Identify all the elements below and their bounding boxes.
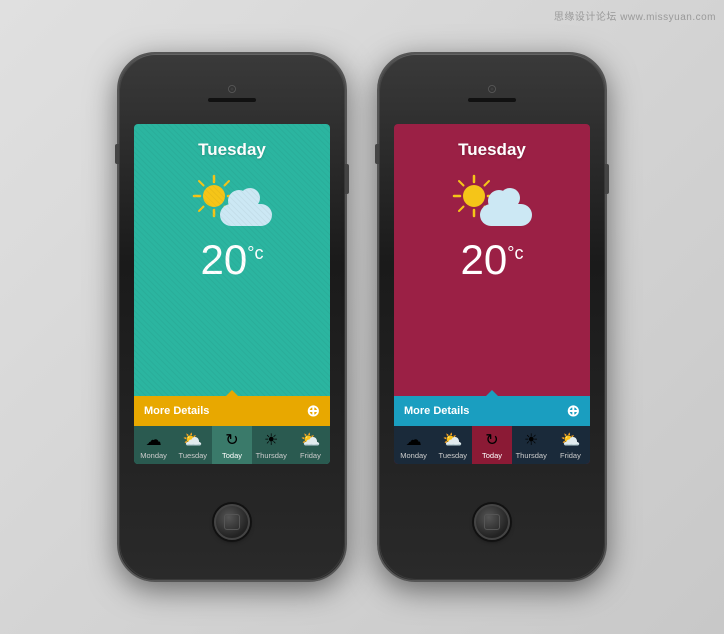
nav-friday-crimson[interactable]: ⛅ Friday: [551, 426, 590, 464]
cloud-icon-crimson: [480, 188, 532, 226]
side-button-right: [345, 164, 349, 194]
weather-main-teal: Tuesday: [134, 124, 330, 396]
nav-label-monday-crimson: Monday: [400, 451, 427, 460]
bottom-nav-crimson: ☁ Monday ⛅ Tuesday ↻ Today ☀ Thursday ⛅: [394, 426, 590, 464]
nav-thursday-teal[interactable]: ☀ Thursday: [252, 426, 291, 464]
nav-monday-teal[interactable]: ☁ Monday: [134, 426, 173, 464]
watermark: 思缘设计论坛 www.missyuan.com: [554, 8, 716, 23]
nav-label-thursday-teal: Thursday: [256, 451, 287, 460]
screen-teal: Tuesday: [134, 124, 330, 464]
weather-icon-teal: [192, 168, 272, 226]
bottom-bezel-crimson: [379, 464, 605, 580]
temp-crimson: 20°c: [461, 236, 524, 284]
home-button-inner-teal: [224, 514, 240, 530]
weather-main-crimson: Tuesday: [394, 124, 590, 396]
nav-tuesday-crimson[interactable]: ⛅ Tuesday: [433, 426, 472, 464]
nav-icon-tuesday-teal: ⛅: [183, 430, 203, 450]
screen-crimson: Tuesday: [394, 124, 590, 464]
nav-thursday-crimson[interactable]: ☀ Thursday: [512, 426, 551, 464]
nav-icon-monday-teal: ☁: [146, 430, 162, 450]
phone-teal: Tuesday: [117, 52, 347, 582]
nav-label-tuesday-crimson: Tuesday: [439, 451, 468, 460]
nav-icon-today-teal: ↻: [225, 430, 238, 450]
speaker-2: [467, 97, 517, 103]
camera: [228, 85, 236, 93]
nav-icon-today-crimson: ↻: [485, 430, 498, 450]
side-button-right-2: [605, 164, 609, 194]
bottom-bezel-teal: [119, 464, 345, 580]
nav-icon-friday-teal: ⛅: [300, 430, 320, 450]
more-details-bar-teal[interactable]: More Details ⊕: [134, 396, 330, 426]
camera-2: [488, 85, 496, 93]
plus-icon-crimson[interactable]: ⊕: [567, 401, 580, 421]
day-label-teal: Tuesday: [198, 140, 266, 160]
nav-today-crimson[interactable]: ↻ Today: [472, 426, 511, 464]
nav-icon-thursday-teal: ☀: [264, 430, 278, 450]
temp-teal: 20°c: [201, 236, 264, 284]
nav-icon-thursday-crimson: ☀: [524, 430, 538, 450]
home-button-inner-crimson: [484, 514, 500, 530]
nav-icon-monday-crimson: ☁: [406, 430, 422, 450]
more-details-label-crimson: More Details: [404, 405, 469, 417]
crimson-background: Tuesday: [394, 124, 590, 464]
nav-tuesday-teal[interactable]: ⛅ Tuesday: [173, 426, 212, 464]
top-bezel: [119, 54, 345, 124]
weather-icon-crimson: [452, 168, 532, 226]
more-details-label-teal: More Details: [144, 405, 209, 417]
nav-label-tuesday-teal: Tuesday: [179, 451, 208, 460]
nav-label-today-teal: Today: [222, 451, 242, 460]
nav-label-monday-teal: Monday: [140, 451, 167, 460]
day-label-crimson: Tuesday: [458, 140, 526, 160]
nav-icon-tuesday-crimson: ⛅: [443, 430, 463, 450]
more-details-bar-crimson[interactable]: More Details ⊕: [394, 396, 590, 426]
top-bezel-2: [379, 54, 605, 124]
home-button-teal[interactable]: [214, 504, 250, 540]
nav-today-teal[interactable]: ↻ Today: [212, 426, 251, 464]
nav-friday-teal[interactable]: ⛅ Friday: [291, 426, 330, 464]
phone-crimson: Tuesday: [377, 52, 607, 582]
plus-icon-teal[interactable]: ⊕: [307, 401, 320, 421]
nav-label-thursday-crimson: Thursday: [516, 451, 547, 460]
nav-label-friday-teal: Friday: [300, 451, 321, 460]
bottom-nav-teal: ☁ Monday ⛅ Tuesday ↻ Today ☀ Thursday ⛅: [134, 426, 330, 464]
nav-icon-friday-crimson: ⛅: [560, 430, 580, 450]
nav-label-today-crimson: Today: [482, 451, 502, 460]
speaker: [207, 97, 257, 103]
cloud-icon-teal: [220, 188, 272, 226]
nav-monday-crimson[interactable]: ☁ Monday: [394, 426, 433, 464]
side-button-left-2: [375, 144, 379, 164]
home-button-crimson[interactable]: [474, 504, 510, 540]
nav-label-friday-crimson: Friday: [560, 451, 581, 460]
side-button-left: [115, 144, 119, 164]
teal-background: Tuesday: [134, 124, 330, 464]
